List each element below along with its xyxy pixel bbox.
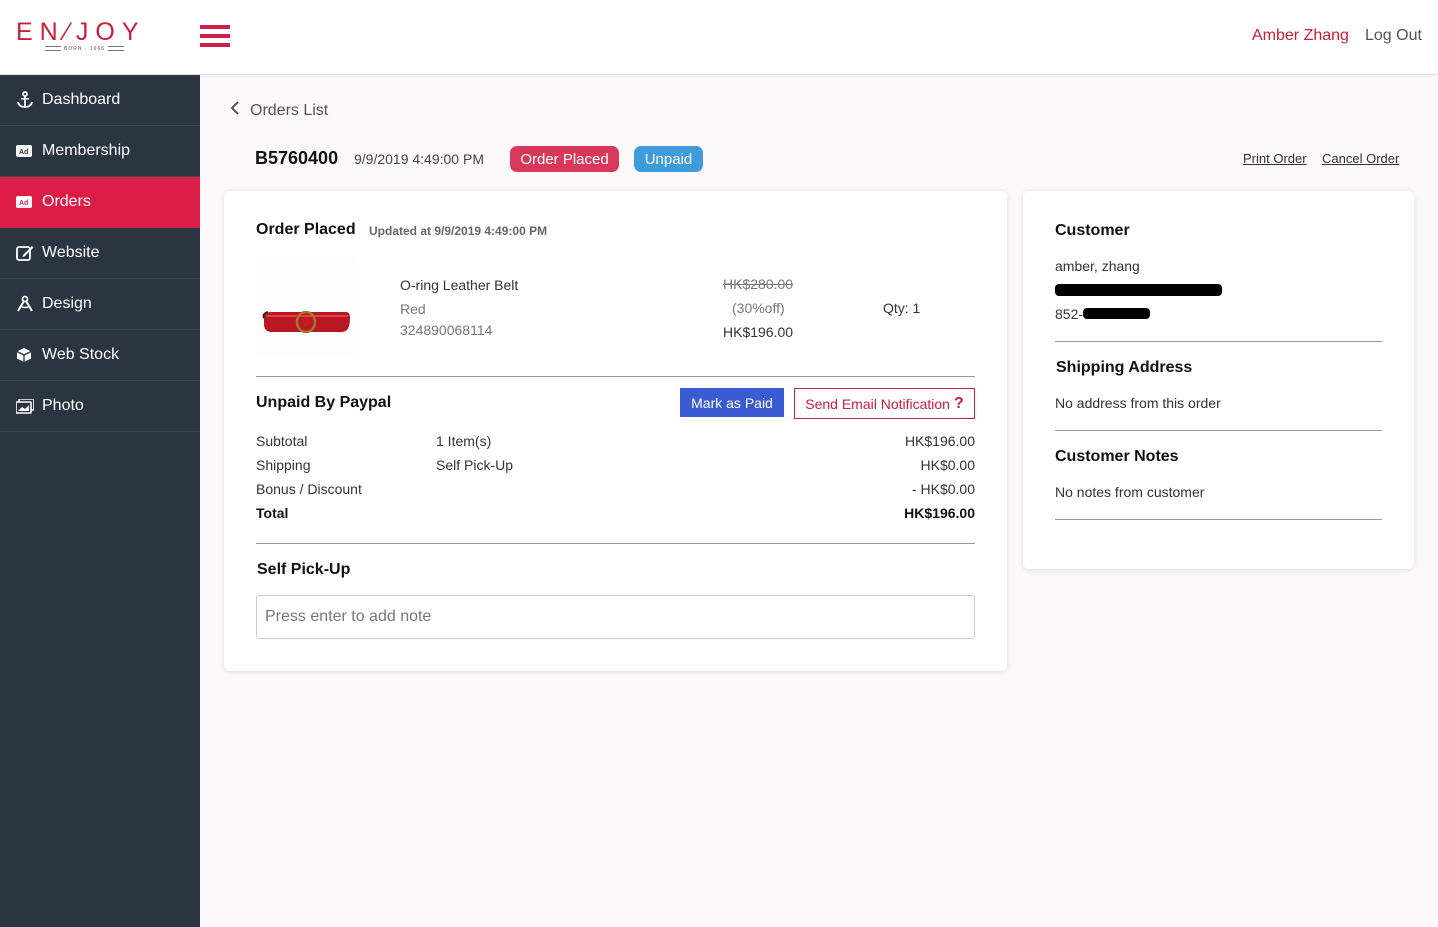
product-sku: 324890068114 (400, 322, 493, 338)
sidebar-item-membership[interactable]: Ad Membership (0, 126, 200, 177)
send-email-notification-button[interactable]: Send Email Notification ? (794, 388, 975, 419)
customer-title: Customer (1055, 222, 1130, 239)
product-name: O-ring Leather Belt (400, 277, 519, 293)
shipping-address-title: Shipping Address (1056, 359, 1193, 376)
logout-link[interactable]: Log Out (1365, 27, 1422, 45)
design-icon (16, 295, 42, 313)
divider (1055, 341, 1382, 342)
quantity: Qty: 1 (883, 300, 921, 316)
sidebar-item-label: Photo (42, 397, 84, 414)
menu-toggle-icon[interactable] (200, 25, 230, 49)
divider (1055, 519, 1382, 520)
order-id: B5760400 (255, 148, 339, 168)
sidebar-item-label: Web Stock (42, 346, 120, 363)
payment-section-title: Unpaid By Paypal (256, 394, 392, 411)
divider (256, 376, 975, 377)
sidebar-item-label: Dashboard (42, 91, 121, 108)
cancel-order-link[interactable]: Cancel Order (1322, 151, 1399, 166)
subtotal-detail: 1 Item(s) (436, 433, 492, 449)
payment-status-badge: Unpaid (634, 146, 703, 172)
discount-label: Bonus / Discount (256, 481, 362, 497)
total-label: Total (256, 505, 289, 521)
redacted-email (1055, 284, 1222, 296)
status-section-title: Order Placed (256, 221, 356, 238)
sidebar-item-design[interactable]: Design (0, 279, 200, 330)
product-image[interactable] (256, 256, 357, 355)
sale-price: HK$196.00 (723, 324, 794, 340)
ad-icon: Ad (16, 196, 42, 208)
pickup-section-title: Self Pick-Up (257, 561, 351, 578)
svg-text:Ad: Ad (19, 149, 28, 156)
redacted-phone (1083, 308, 1150, 319)
shipping-label: Shipping (256, 457, 311, 473)
chevron-left-icon (230, 101, 240, 120)
sidebar-item-orders[interactable]: Ad Orders (0, 177, 200, 228)
total-amount: HK$196.00 (904, 505, 975, 521)
discount-amount: - HK$0.00 (911, 481, 975, 497)
discount-percent: (30%off) (732, 300, 785, 316)
add-note-input[interactable] (256, 595, 975, 639)
sidebar-item-dashboard[interactable]: Dashboard (0, 75, 200, 126)
product-color: Red (400, 301, 426, 317)
updated-timestamp: Updated at 9/9/2019 4:49:00 PM (369, 224, 548, 238)
question-mark-icon[interactable]: ? (954, 395, 964, 413)
back-to-orders-link[interactable]: Orders List (230, 101, 328, 120)
subtotal-label: Subtotal (256, 433, 308, 449)
brand-logo[interactable]: EN⁄JOY BORN · 1966 (16, 18, 146, 56)
order-detail-card: Order Placed Updated at 9/9/2019 4:49:00… (224, 191, 1007, 671)
sidebar-item-label: Design (42, 295, 92, 312)
back-label: Orders List (250, 101, 329, 119)
send-email-label: Send Email Notification (805, 395, 950, 412)
user-name-link[interactable]: Amber Zhang (1252, 27, 1349, 45)
customer-phone-prefix: 852- (1055, 306, 1084, 322)
customer-name: amber, zhang (1055, 258, 1140, 274)
image-icon (16, 398, 42, 414)
shipping-address-text: No address from this order (1055, 395, 1221, 411)
sidebar: Dashboard Ad Membership Ad Orders Websit… (0, 75, 200, 927)
sidebar-item-label: Website (42, 244, 100, 261)
logo-subtitle: BORN · 1966 (42, 46, 127, 52)
edit-icon (16, 244, 42, 262)
sidebar-item-label: Membership (42, 142, 131, 159)
logo-text: EN⁄JOY (16, 18, 146, 46)
print-order-link[interactable]: Print Order (1243, 151, 1307, 166)
subtotal-amount: HK$196.00 (904, 433, 975, 449)
shipping-amount: HK$0.00 (920, 457, 975, 473)
divider (256, 543, 975, 544)
original-price: HK$280.00 (723, 276, 794, 292)
sidebar-item-photo[interactable]: Photo (0, 381, 200, 432)
anchor-icon (16, 91, 42, 109)
sidebar-item-website[interactable]: Website (0, 228, 200, 279)
sidebar-item-web-stock[interactable]: Web Stock (0, 330, 200, 381)
order-date: 9/9/2019 4:49:00 PM (354, 151, 484, 167)
customer-notes-text: No notes from customer (1055, 484, 1205, 500)
top-bar: EN⁄JOY BORN · 1966 Amber Zhang Log Out (0, 0, 1438, 75)
customer-card: Customer amber, zhang 852- Shipping Addr… (1023, 191, 1414, 569)
svg-text:Ad: Ad (19, 200, 28, 207)
sidebar-item-label: Orders (42, 193, 91, 210)
shipping-detail: Self Pick-Up (436, 457, 514, 473)
order-status-badge: Order Placed (510, 146, 619, 172)
customer-notes-title: Customer Notes (1055, 448, 1179, 465)
divider (1055, 430, 1382, 431)
mark-as-paid-button[interactable]: Mark as Paid (680, 388, 784, 417)
ad-icon: Ad (16, 145, 42, 157)
cube-icon (16, 347, 42, 363)
